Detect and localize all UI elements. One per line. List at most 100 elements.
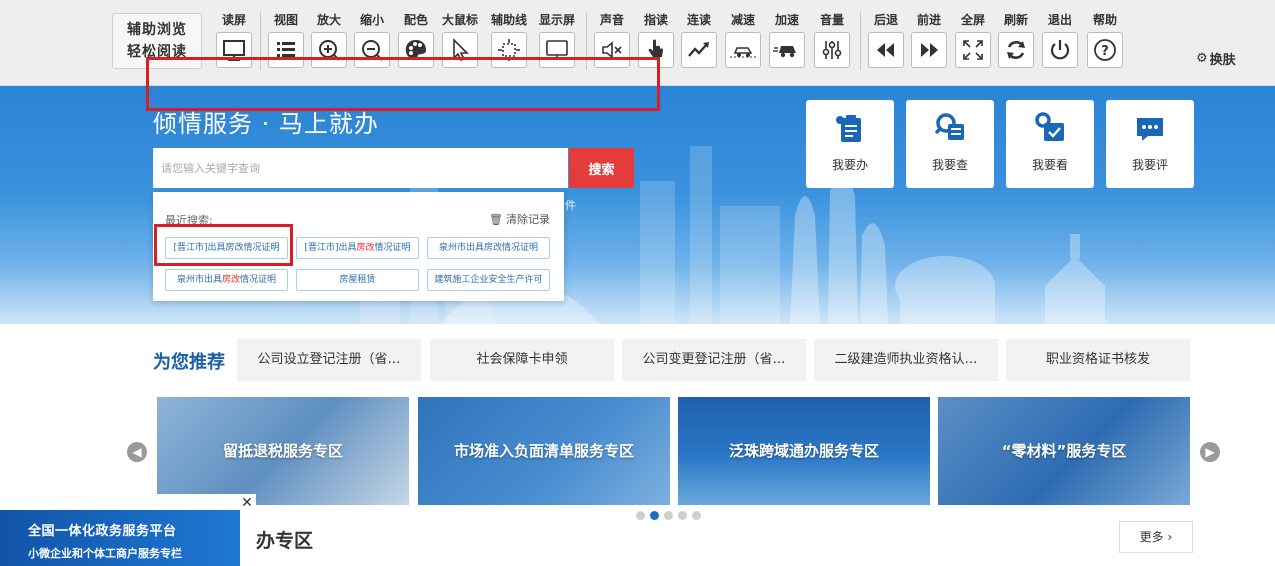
rewind-icon	[868, 32, 904, 68]
recent-search-chip[interactable]: 房屋租赁	[296, 269, 419, 291]
tool-label: 辅助线	[490, 13, 527, 27]
tool-forward[interactable]: 前进	[904, 10, 954, 68]
quick-link-view[interactable]: 我要看	[1006, 100, 1094, 188]
banner-zero-material[interactable]: “零材料”服务专区	[938, 397, 1190, 505]
list-view-icon	[268, 32, 304, 68]
floating-promo-panel: 全国一体化政务服务平台 小微企业和个体工商户服务专栏 ✕	[0, 494, 256, 566]
promo-link[interactable]: 全国一体化政务服务平台 小微企业和个体工商户服务专栏	[0, 510, 240, 566]
tool-label: 加速	[774, 13, 799, 27]
tool-label: 读屏	[221, 13, 246, 27]
clear-history-label: 清除记录	[506, 213, 550, 226]
change-skin-button[interactable]: ⚙ 换肤	[1196, 49, 1236, 68]
recommend-item[interactable]: 职业资格证书核发	[1006, 339, 1190, 381]
recent-search-chip[interactable]: 泉州市出具房改情况证明	[165, 269, 288, 291]
refresh-icon	[998, 32, 1034, 68]
chip-text: 情况证明	[240, 275, 277, 285]
change-skin-label: 换肤	[1209, 53, 1236, 68]
quick-link-evaluate[interactable]: 我要评	[1106, 100, 1194, 188]
chip-text: 情况证明	[374, 243, 411, 253]
special-zone-title: 办专区	[256, 530, 314, 552]
banner-title: “零材料”服务专区	[1001, 442, 1127, 460]
tool-exit[interactable]: 退出	[1035, 10, 1085, 68]
tool-label: 连读	[686, 13, 711, 27]
banner-cross-region[interactable]: 泛珠跨域通办服务专区	[678, 397, 930, 505]
tool-color-scheme[interactable]: 配色	[391, 10, 441, 68]
tool-display-screen[interactable]: 显示屏	[532, 10, 582, 68]
hero-partial-text: 件	[565, 199, 576, 212]
tool-continuous-read[interactable]: 连读	[674, 10, 724, 68]
hero-title: 倾情服务 · 马上就办	[153, 110, 379, 138]
carousel-dot[interactable]	[636, 511, 645, 520]
search-input[interactable]	[153, 148, 568, 188]
quick-link-query[interactable]: 我要查	[906, 100, 994, 188]
palette-icon	[398, 32, 434, 68]
tool-volume[interactable]: 音量	[807, 10, 857, 68]
more-button[interactable]: 更多 ›	[1119, 521, 1193, 553]
tool-label: 声音	[599, 13, 624, 27]
tool-help[interactable]: 帮助 ?	[1080, 10, 1130, 68]
brand-line-1: 辅助浏览	[127, 22, 187, 38]
search-doc-icon	[934, 113, 964, 140]
carousel-prev-button[interactable]: ◀	[127, 442, 147, 462]
recommend-title: 为您推荐	[153, 352, 225, 373]
quick-link-handle[interactable]: 我要办	[806, 100, 894, 188]
recommend-item[interactable]: 社会保障卡申领	[430, 339, 614, 381]
view-check-icon	[1035, 112, 1064, 141]
search-button[interactable]: 搜索	[569, 148, 634, 188]
clear-history-button[interactable]: 🗑 清除记录	[489, 211, 550, 227]
close-icon[interactable]: ✕	[240, 496, 254, 510]
tool-label: 帮助	[1092, 13, 1117, 27]
banner-title: 市场准入负面清单服务专区	[453, 442, 634, 460]
trash-icon: 🗑	[489, 212, 503, 226]
chip-text: [晋江市]出具	[304, 243, 357, 253]
recent-search-header: 最近搜索:	[165, 214, 213, 227]
trend-icon	[681, 32, 717, 68]
tool-label: 配色	[403, 13, 428, 27]
tool-read-screen[interactable]: 读屏	[209, 10, 259, 68]
recommend-item[interactable]: 公司变更登记注册（省…	[622, 339, 806, 381]
recommend-item[interactable]: 公司设立登记注册（省…	[237, 339, 421, 381]
chip-text: [晋江市]出具房改情况证明	[173, 243, 280, 253]
chip-highlight: 房改	[356, 243, 375, 253]
recent-search-chip[interactable]: 泉州市出具房改情况证明	[427, 237, 550, 259]
recent-search-chip[interactable]: [晋江市]出具房改情况证明	[165, 237, 288, 259]
tool-zoom-out[interactable]: 缩小	[347, 10, 397, 68]
chip-highlight: 房改	[221, 275, 240, 285]
recent-search-chip[interactable]: [晋江市]出具房改情况证明	[296, 237, 419, 259]
fullscreen-icon	[955, 32, 991, 68]
banner-title: 泛珠跨域通办服务专区	[728, 442, 879, 460]
chip-text: 泉州市出具房改情况证明	[438, 243, 538, 253]
carousel-dot-active[interactable]	[650, 511, 659, 520]
tool-slow-down[interactable]: 减速	[718, 10, 768, 68]
tool-label: 减速	[730, 13, 755, 27]
carousel-dot[interactable]	[664, 511, 673, 520]
cursor-icon	[442, 32, 478, 68]
zoom-out-icon	[354, 32, 390, 68]
tool-label: 显示屏	[538, 13, 575, 27]
display-icon	[539, 32, 575, 68]
banner-tax-refund[interactable]: 留抵退税服务专区	[157, 397, 409, 505]
assist-browse-brand[interactable]: 辅助浏览 轻松阅读	[112, 13, 202, 69]
tool-label: 缩小	[359, 13, 384, 27]
quick-link-label: 我要评	[1131, 158, 1168, 172]
chip-text: 泉州市出具	[176, 275, 222, 285]
crosshair-icon	[491, 32, 527, 68]
carousel-dot[interactable]	[678, 511, 687, 520]
monitor-icon	[216, 32, 252, 68]
tool-speed-up[interactable]: 加速	[762, 10, 812, 68]
quick-link-label: 我要查	[931, 158, 968, 172]
tool-refresh[interactable]: 刷新	[991, 10, 1041, 68]
tool-guide-line[interactable]: 辅助线	[484, 10, 534, 68]
recommend-item[interactable]: 二级建造师执业资格认…	[814, 339, 998, 381]
chip-text: 建筑施工企业安全生产许可	[434, 275, 543, 285]
tool-sound[interactable]: 声音	[587, 10, 637, 68]
tool-big-cursor[interactable]: 大鼠标	[435, 10, 485, 68]
recent-search-chip[interactable]: 建筑施工企业安全生产许可	[427, 269, 550, 291]
quick-link-label: 我要看	[1031, 158, 1068, 172]
help-icon: ?	[1087, 32, 1123, 68]
promo-line-2: 小微企业和个体工商户服务专栏	[28, 547, 182, 560]
forward-icon	[911, 32, 947, 68]
carousel-next-button[interactable]: ▶	[1200, 442, 1220, 462]
banner-negative-list[interactable]: 市场准入负面清单服务专区	[418, 397, 670, 505]
carousel-dot[interactable]	[692, 511, 701, 520]
